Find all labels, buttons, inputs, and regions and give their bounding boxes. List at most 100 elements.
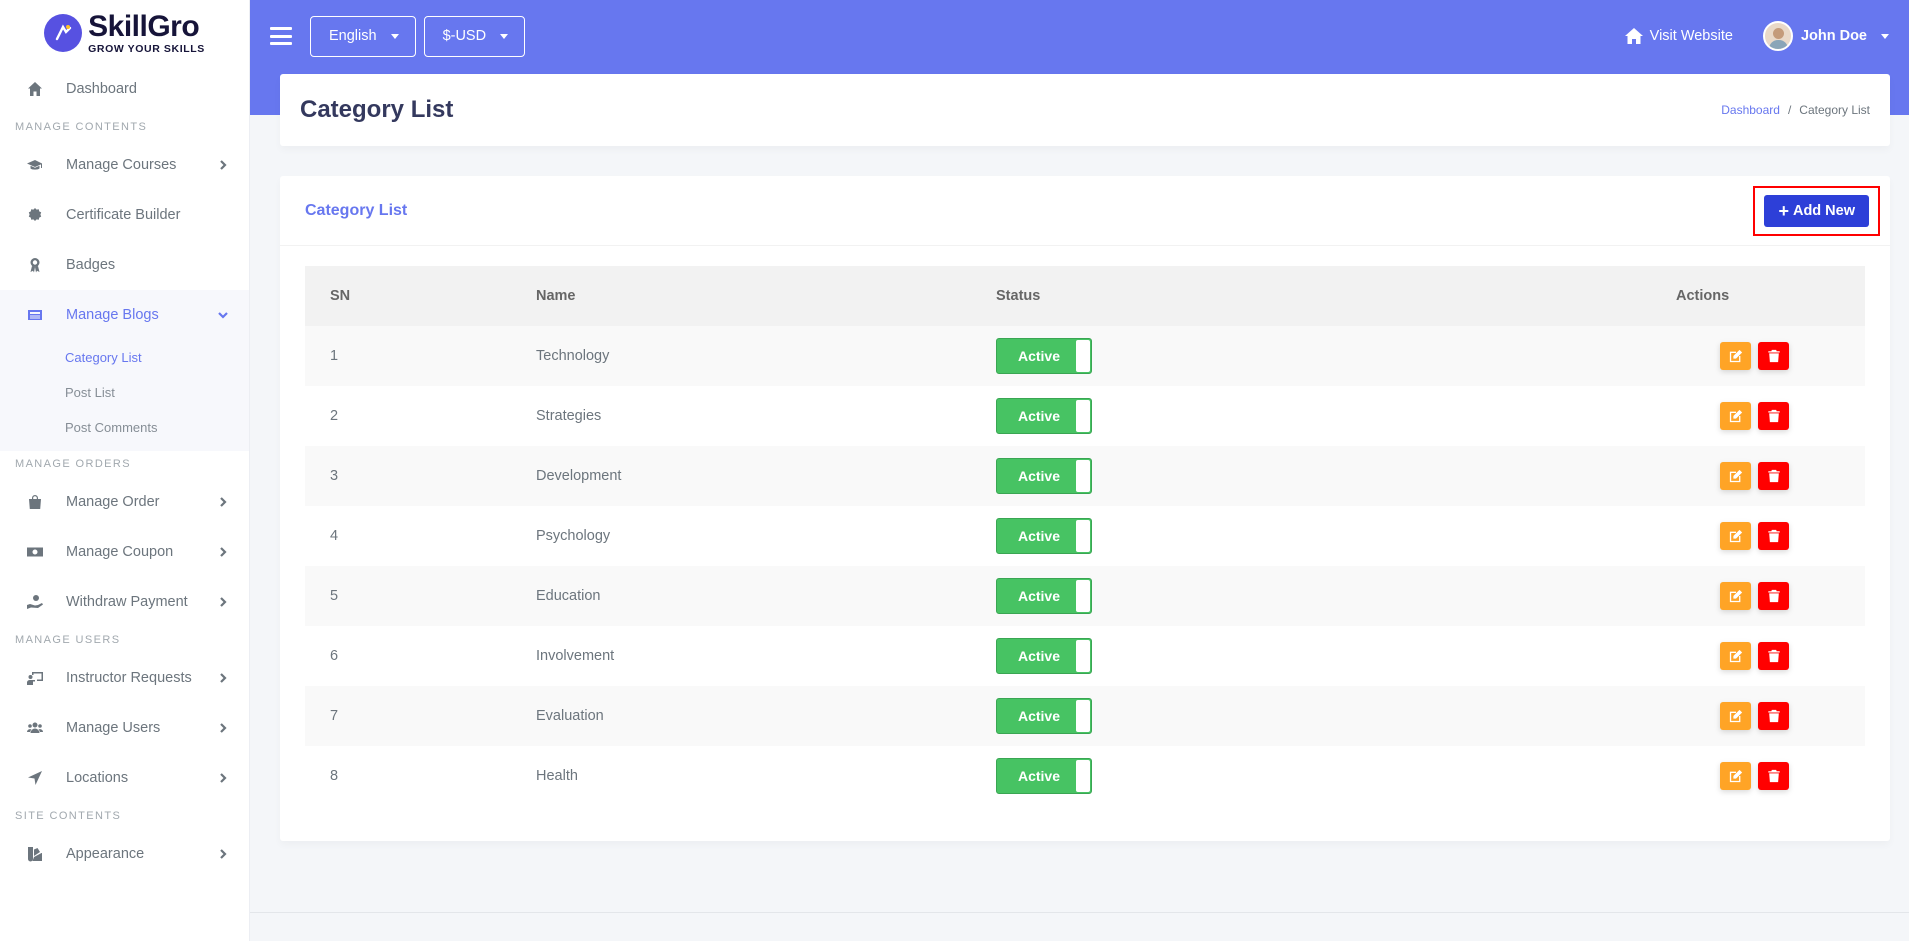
row-name: Evaluation (536, 708, 604, 724)
certificate-icon (26, 207, 44, 223)
edit-icon (1729, 769, 1742, 783)
sidebar-subitem-category-list[interactable]: Category List (0, 340, 249, 375)
trash-icon (1767, 469, 1780, 483)
edit-icon (1729, 709, 1742, 723)
toggle-knob (1076, 760, 1090, 792)
logo-icon (44, 14, 83, 52)
row-actions-cell (1556, 506, 1865, 566)
sidebar-item-dashboard[interactable]: Dashboard (0, 64, 249, 114)
shopping-bag-icon (26, 494, 44, 510)
sidebar-toggle-icon[interactable] (270, 27, 292, 45)
status-toggle[interactable]: Active (996, 638, 1092, 674)
sidebar-item-locations[interactable]: Locations (0, 753, 249, 803)
sidebar-item-instructor-requests[interactable]: Instructor Requests (0, 653, 249, 703)
chevron-down-icon (217, 309, 229, 321)
row-status-cell: Active (996, 686, 1556, 746)
status-toggle-label: Active (1017, 588, 1061, 604)
breadcrumb-separator: / (1787, 103, 1792, 117)
sidebar-item-label: Badges (66, 257, 116, 273)
edit-button[interactable] (1720, 702, 1751, 730)
table-row: 1 Technology Active (305, 326, 1865, 386)
delete-button[interactable] (1758, 702, 1789, 730)
delete-button[interactable] (1758, 342, 1789, 370)
sidebar-item-manage-courses[interactable]: Manage Courses (0, 140, 249, 190)
chevron-right-icon (217, 496, 229, 508)
edit-button[interactable] (1720, 342, 1751, 370)
toggle-knob (1076, 340, 1090, 372)
status-toggle[interactable]: Active (996, 398, 1092, 434)
sidebar-item-label: Manage Users (66, 720, 161, 736)
status-toggle[interactable]: Active (996, 518, 1092, 554)
row-status-cell: Active (996, 566, 1556, 626)
chevron-right-icon (217, 772, 229, 784)
visit-website-link[interactable]: Visit Website (1624, 27, 1733, 45)
row-name: Strategies (536, 408, 602, 424)
chevron-right-icon (217, 672, 229, 684)
chevron-right-icon (217, 722, 229, 734)
sidebar-subitem-post-comments[interactable]: Post Comments (0, 410, 249, 445)
page-header: Category List Dashboard / Category List (280, 74, 1890, 146)
currency-select[interactable]: $-USD (423, 15, 526, 57)
delete-button[interactable] (1758, 402, 1789, 430)
status-toggle[interactable]: Active (996, 458, 1092, 494)
breadcrumb-dashboard-link[interactable]: Dashboard (1721, 103, 1780, 117)
table-row: 7 Evaluation Active (305, 686, 1865, 746)
sidebar-item-manage-coupon[interactable]: Manage Coupon (0, 527, 249, 577)
toggle-knob (1076, 580, 1090, 612)
table-header-row: SN Name Status Actions (305, 266, 1865, 326)
sidebar-item-withdraw-payment[interactable]: Withdraw Payment (0, 577, 249, 627)
actions-header-label: Actions (1676, 288, 1730, 304)
card-title: Category List (305, 201, 408, 219)
status-toggle[interactable]: Active (996, 758, 1092, 794)
edit-button[interactable] (1720, 582, 1751, 610)
edit-icon (1729, 349, 1742, 363)
row-sn: 5 (330, 588, 339, 604)
language-select-value: English (329, 28, 377, 44)
add-new-highlight: + Add New (1753, 185, 1880, 236)
sidebar-item-badges[interactable]: Badges (0, 240, 249, 290)
sidebar-item-label: Instructor Requests (66, 670, 192, 686)
sidebar-item-manage-blogs[interactable]: Manage Blogs (0, 290, 249, 340)
sidebar-subitem-post-list[interactable]: Post List (0, 375, 249, 410)
category-list-card: Category List + Add New SN Name Status A… (280, 176, 1890, 841)
sidebar-item-certificate-builder[interactable]: Certificate Builder (0, 190, 249, 240)
row-name: Involvement (536, 648, 615, 664)
edit-icon (1729, 649, 1742, 663)
column-header-actions: Actions (1556, 266, 1865, 326)
sidebar-item-manage-order[interactable]: Manage Order (0, 477, 249, 527)
status-toggle[interactable]: Active (996, 338, 1092, 374)
language-select[interactable]: English (310, 15, 416, 57)
edit-button[interactable] (1720, 642, 1751, 670)
edit-button[interactable] (1720, 762, 1751, 790)
menu-header-site-contents: SITE CONTENTS (15, 810, 122, 822)
column-header-status: Status (996, 288, 1041, 304)
delete-button[interactable] (1758, 762, 1789, 790)
location-arrow-icon (26, 770, 44, 786)
edit-button[interactable] (1720, 462, 1751, 490)
edit-button[interactable] (1720, 402, 1751, 430)
brand-logo[interactable]: SkillGro GROW YOUR SKILLS (0, 0, 249, 64)
sidebar-item-manage-users[interactable]: Manage Users (0, 703, 249, 753)
row-actions-cell (1556, 386, 1865, 446)
row-status-cell: Active (996, 326, 1556, 386)
sidebar-item-appearance[interactable]: Appearance (0, 829, 249, 879)
row-name: Development (536, 468, 622, 484)
delete-button[interactable] (1758, 642, 1789, 670)
delete-button[interactable] (1758, 462, 1789, 490)
breadcrumb-current: Category List (1799, 103, 1870, 117)
row-sn: 4 (330, 528, 339, 544)
toggle-knob (1076, 460, 1090, 492)
delete-button[interactable] (1758, 582, 1789, 610)
sidebar-item-label: Certificate Builder (66, 207, 181, 223)
status-toggle[interactable]: Active (996, 578, 1092, 614)
row-name: Education (536, 588, 601, 604)
page-title: Category List (300, 96, 454, 123)
hand-holding-dollar-icon (26, 594, 44, 610)
top-navbar: English $-USD Visit Website John Doe (250, 0, 1909, 72)
status-toggle[interactable]: Active (996, 698, 1092, 734)
edit-button[interactable] (1720, 522, 1751, 550)
user-menu[interactable]: John Doe (1762, 21, 1889, 51)
toggle-knob (1076, 700, 1090, 732)
delete-button[interactable] (1758, 522, 1789, 550)
add-new-button[interactable]: + Add New (1764, 194, 1869, 227)
